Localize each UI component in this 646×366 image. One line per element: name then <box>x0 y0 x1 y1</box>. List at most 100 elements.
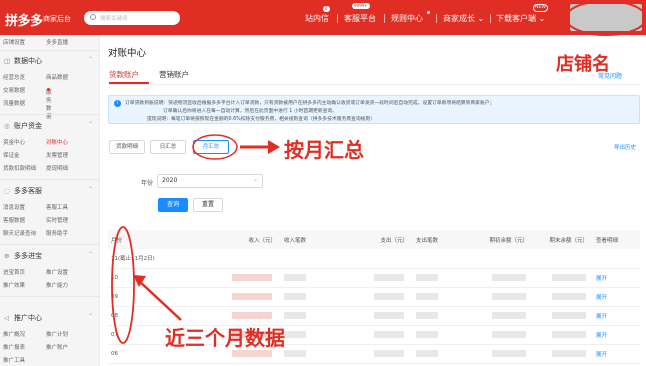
sidebar-divider <box>0 50 100 51</box>
column-header-expense-count: 支出笔数 <box>416 237 439 244</box>
redacted-value <box>374 350 404 357</box>
shop-account-avatar[interactable] <box>570 4 642 31</box>
month-cell: 10 <box>111 274 118 281</box>
redacted-value <box>284 331 306 338</box>
chevron-down-icon: ⌄ <box>253 176 259 183</box>
subtab-monthly-summary[interactable]: 月汇总 <box>193 140 229 154</box>
sidebar-item-traffic-data[interactable]: 流量数据 <box>3 99 25 107</box>
promotion-icon: ⊕ <box>4 252 10 260</box>
redacted-value <box>492 274 526 281</box>
closing-balance-cell <box>532 306 592 325</box>
chevron-up-icon: ⌃ <box>88 313 94 320</box>
export-history-link[interactable]: 导出历史 <box>614 143 636 151</box>
sidebar-item-promo-tools[interactable]: 推广工具 <box>3 356 25 364</box>
sidebar-item-live[interactable]: 多多直播 <box>46 38 68 46</box>
sidebar-item-promo-report[interactable]: 推广报表 <box>3 343 25 351</box>
sidebar-item-shop-settings[interactable]: 店铺设置 <box>3 38 25 46</box>
sidebar-divider <box>0 179 100 180</box>
subtab-daily-summary[interactable]: 日汇总 <box>150 140 186 154</box>
customer-service-count-badge: 9999+ <box>352 3 370 9</box>
closing-balance-cell <box>532 325 592 344</box>
column-header-month: 月份 <box>111 237 123 244</box>
notice-line-3: 提现说明：每笔订单将按照现在金额的0.6%扣除支付服务费，相关规则查询（拼多多技… <box>147 117 376 122</box>
sidebar-item-service-tools[interactable]: 客服工具 <box>46 203 68 211</box>
sidebar-item-promo-plan[interactable]: 推广计划 <box>46 330 68 338</box>
redacted-value <box>492 293 526 300</box>
query-button[interactable]: 查询 <box>158 198 188 212</box>
expense-count-cell <box>412 268 472 287</box>
redacted-value <box>232 312 272 319</box>
nav-customer-service[interactable]: 客服平台 <box>344 13 376 24</box>
page-title: 对账中心 <box>108 48 147 59</box>
nav-inbox[interactable]: 站内信 <box>305 13 329 24</box>
tab-payment-account[interactable]: 货款账户 <box>109 69 139 80</box>
sidebar-item-promo-effect[interactable]: 推广效果 <box>3 281 25 289</box>
month-cell: 11(截止11月2日) <box>111 256 155 263</box>
redacted-value <box>552 274 586 281</box>
nav-download-client[interactable]: 下载客户端 ⌄ <box>496 13 545 24</box>
expand-link[interactable]: 展开 <box>592 344 640 363</box>
notification-dot <box>47 88 50 91</box>
sidebar-item-deposit[interactable]: 保证金 <box>3 151 20 159</box>
sidebar-item-fund-center[interactable]: 资金中心 <box>3 138 25 146</box>
income-cell <box>220 287 280 306</box>
logo-subtitle: 商家后台 <box>43 15 71 23</box>
redacted-value <box>492 312 526 319</box>
expand-link[interactable]: 展开 <box>592 268 640 287</box>
redacted-value <box>552 350 586 357</box>
logo[interactable]: 拼多多 <box>5 10 43 29</box>
search-icon <box>90 14 96 20</box>
sidebar-item-reconciliation-center[interactable]: 对账中心 <box>46 138 68 146</box>
sidebar-item-message-settings[interactable]: 消息设置 <box>3 203 25 211</box>
tab-marketing-account[interactable]: 营销账户 <box>159 69 189 80</box>
column-header-income: 收入（元） <box>248 237 276 244</box>
sidebar-item-promo-account[interactable]: 推广账户 <box>46 343 68 351</box>
income-count-cell <box>280 306 340 325</box>
expense-cell <box>340 268 412 287</box>
sidebar-item-promo-ability[interactable]: 推广能力 <box>46 281 68 289</box>
year-filter-label: 年份 <box>141 180 154 187</box>
reset-button[interactable]: 重置 <box>193 198 223 212</box>
expense-cell <box>340 325 412 344</box>
sidebar-item-promo-settings[interactable]: 推广设置 <box>46 268 68 276</box>
opening-balance-cell <box>472 268 532 287</box>
sidebar-item-business-overview[interactable]: 经营总览 <box>3 73 25 81</box>
inbox-count-badge: 6 <box>323 6 330 12</box>
expand-link[interactable]: 展开 <box>592 325 640 344</box>
redacted-value <box>284 350 306 357</box>
column-header-opening-balance: 期初余额（元） <box>489 237 528 244</box>
column-header-closing-balance: 期末余额（元） <box>549 237 588 244</box>
nav-customer-service-label: 客服平台 <box>344 14 376 23</box>
info-icon: i <box>114 100 121 107</box>
nav-merchant-growth[interactable]: 商家成长 ⌄ <box>443 13 484 24</box>
sidebar-item-product-data[interactable]: 商品数据 <box>46 73 68 81</box>
nav-divider <box>490 14 491 23</box>
nav-rules-center-label: 规则中心 <box>391 14 423 23</box>
sidebar-item-promo-overview[interactable]: 推广概况 <box>3 330 25 338</box>
sidebar-item-transaction-data[interactable]: 交易数据 <box>3 86 25 94</box>
search-input[interactable]: 搜索关键词 <box>84 11 180 25</box>
sidebar-item-realtime[interactable]: 实时管理 <box>46 216 68 224</box>
nav-rules-center[interactable]: 规则中心 <box>391 13 423 24</box>
nav-divider <box>436 14 437 23</box>
sidebar-item-deductions[interactable]: 货款扣款明细 <box>3 164 36 172</box>
income-count-cell <box>280 344 340 363</box>
sidebar-item-withdrawals[interactable]: 提现明细 <box>46 164 68 172</box>
expand-link[interactable]: 展开 <box>592 306 640 325</box>
redacted-value <box>416 274 438 281</box>
sidebar-item-cs-data[interactable]: 客服数据 <box>3 216 25 224</box>
sidebar-item-jinbao-home[interactable]: 进宝首页 <box>3 268 25 276</box>
column-header-details: 查看明细 <box>596 237 619 244</box>
subtab-payment-details[interactable]: 货款明细 <box>109 140 145 154</box>
income-cell <box>220 268 280 287</box>
expense-count-cell <box>412 287 472 306</box>
sidebar-item-invoice[interactable]: 发票管理 <box>46 151 68 159</box>
sidebar-item-service-assistant[interactable]: 服务助手 <box>46 229 68 237</box>
expand-link[interactable]: 展开 <box>592 287 640 306</box>
year-select[interactable]: 2020 ⌄ <box>157 174 263 188</box>
redacted-value <box>416 350 438 357</box>
redacted-value <box>552 293 586 300</box>
expense-cell <box>340 306 412 325</box>
nav-divider <box>337 14 338 23</box>
sidebar-item-chat-history[interactable]: 聊天记录查询 <box>3 229 36 237</box>
